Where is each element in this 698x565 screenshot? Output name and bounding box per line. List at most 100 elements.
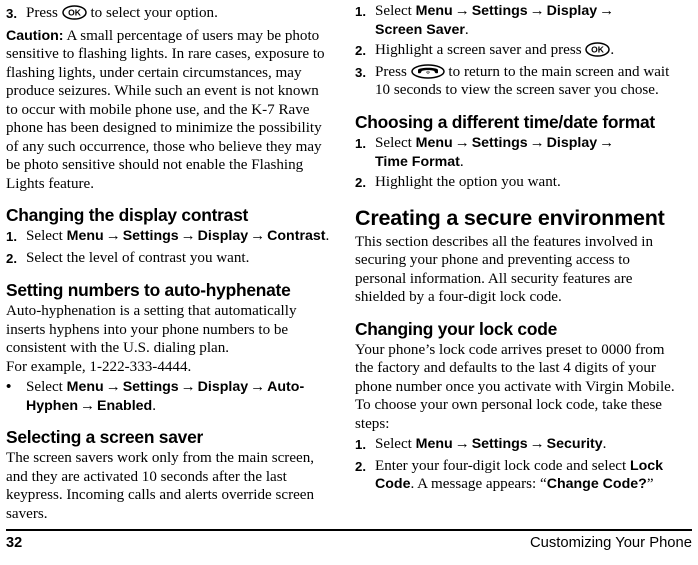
step-suffix: . (464, 21, 469, 38)
step-mid: . A message appears: “ (410, 476, 547, 493)
page-footer: 32 Customizing Your Phone (0, 529, 698, 565)
list-item: 1. Select Menu → Settings → Display → Time For… (355, 134, 678, 171)
caution-label: Caution: (6, 27, 64, 44)
list-item: 3. Press OK to select your option. (6, 4, 334, 24)
step-marker: 3. (355, 64, 366, 80)
step-marker: 2. (355, 43, 366, 59)
ui-path-display: Display (546, 134, 598, 151)
caution-paragraph: Caution: A small percentage of users may… (6, 27, 334, 194)
arrow-glyph: → (180, 379, 196, 396)
step-marker: 2. (355, 458, 366, 474)
step-suffix: ” (646, 476, 654, 493)
section-heading-lock-code: Changing your lock code (355, 318, 557, 339)
arrow-glyph: → (105, 379, 121, 396)
list-item: 2. Highlight a screen saver and press OK… (355, 41, 678, 61)
lock-code-body: Your phone’s lock code arrives preset to… (355, 341, 675, 432)
ok-key-icon: OK (61, 5, 87, 20)
step-suffix: . (610, 42, 615, 59)
svg-text:OK: OK (68, 8, 82, 18)
arrow-glyph: → (250, 379, 266, 396)
contrast-steps: 1. Select Menu → Settings → Display → Contrast… (6, 227, 334, 268)
step-suffix: . (602, 436, 607, 453)
step-suffix: . (459, 153, 464, 170)
step-text: Highlight the option you want. (375, 174, 561, 191)
step-marker: 1. (355, 437, 366, 453)
screen-saver-body: The screen savers work only from the mai… (6, 450, 315, 522)
two-column-body: 3. Press OK to select your option. Cauti… (0, 0, 698, 529)
caution-text: A small percentage of users may be photo… (6, 27, 325, 192)
arrow-glyph: → (180, 228, 196, 245)
step-prefix: Enter your four-digit lock code and sele… (375, 457, 630, 474)
list-item: 1. Select Menu → Settings → Display → Contrast… (6, 227, 334, 247)
ui-path-security: Security (546, 436, 603, 453)
section-heading-auto-hyphenate: Setting numbers to auto-hyphenate (6, 280, 291, 301)
arrow-glyph: → (529, 436, 545, 453)
bullet-marker: • (6, 379, 12, 396)
ui-path-settings: Settings (122, 379, 179, 396)
step-text-before: Press (26, 5, 58, 21)
step-text: Select Menu → Settings → Display → Auto-Hyphen… (26, 378, 334, 415)
ui-path-display: Display (197, 228, 249, 245)
step-text: Press to return to the main screen and w… (375, 63, 678, 100)
step-text: Select Menu → Settings → Display → Time Format… (375, 134, 678, 171)
auto-hyphenate-example: For example, 1-222-333-4444. (6, 358, 192, 375)
step-marker: 1. (355, 135, 366, 151)
ui-path-display: Display (546, 3, 598, 19)
ui-path-menu: Menu (66, 379, 104, 396)
arrow-glyph: → (454, 134, 470, 151)
step-marker: 1. (6, 229, 17, 245)
step-prefix: Highlight a screen saver and press (375, 42, 586, 59)
section-heading-time-date-format: Choosing a different time/date format (355, 111, 655, 132)
step-suffix: . (325, 228, 330, 245)
step-text: Press OK to select your option. (26, 4, 334, 23)
arrow-glyph: → (599, 134, 615, 151)
step-prefix: Select (26, 228, 67, 245)
auto-hyphenate-body: Auto-hyphenation is a setting that autom… (6, 303, 297, 357)
ui-path-menu: Menu (66, 228, 104, 245)
ui-path-screen-saver: Screen Saver (375, 21, 465, 38)
list-item: 2. Highlight the option you want. (355, 173, 678, 193)
step-prefix: Select (375, 134, 416, 151)
step-marker: 1. (355, 4, 366, 19)
ui-path-settings: Settings (122, 228, 179, 245)
step-text: Enter your four-digit lock code and sele… (375, 457, 678, 494)
ui-message-change-code: Change Code? (546, 476, 647, 493)
step-marker: 2. (6, 250, 17, 266)
step-text: Select Menu → Settings → Display → Contrast. (26, 227, 334, 246)
step-marker: 3. (6, 6, 17, 21)
time-date-steps: 1. Select Menu → Settings → Display → Time For… (355, 134, 678, 193)
ui-path-menu: Menu (415, 3, 453, 19)
ui-path-enabled: Enabled (97, 397, 153, 414)
arrow-glyph: → (529, 3, 545, 19)
list-item: 3. Press to return to the main screen an… (355, 63, 678, 100)
step-prefix: Select (375, 436, 416, 453)
ui-path-menu: Menu (415, 436, 453, 453)
arrow-glyph: → (599, 3, 615, 19)
ok-key-icon: OK (585, 42, 611, 57)
list-item: 1. Select Menu → Settings → Display → Screen S… (355, 2, 678, 39)
ui-path-settings: Settings (471, 436, 528, 453)
step-text: Select the level of contrast you want. (26, 249, 250, 266)
page-number: 32 (6, 535, 23, 551)
step-suffix: . (152, 397, 156, 414)
list-item: 1. Select Menu → Settings → Security. (355, 435, 678, 455)
arrow-glyph: → (454, 436, 470, 453)
auto-hyphenate-bullet-list: • Select Menu → Settings → Display → Auto-Hyph… (6, 378, 334, 415)
lock-code-steps: 1. Select Menu → Settings → Security. 2. Ent… (355, 435, 678, 494)
section-heading-screen-saver: Selecting a screen saver (6, 427, 204, 448)
chapter-heading-secure-environment: Creating a secure environment (355, 205, 665, 230)
footer-chapter-title: Customizing Your Phone (529, 535, 692, 551)
ui-path-settings: Settings (471, 3, 528, 19)
arrow-glyph: → (529, 134, 545, 151)
step-prefix: Press (375, 63, 411, 80)
secure-environment-body: This section describes all the features … (355, 233, 654, 306)
left-column: 3. Press OK to select your option. Cauti… (6, 2, 342, 529)
ui-path-menu: Menu (415, 134, 453, 151)
svg-text:OK: OK (592, 45, 606, 55)
arrow-glyph: → (105, 228, 121, 245)
step-text-after: to select your option. (90, 5, 218, 21)
step-marker: 2. (355, 175, 366, 191)
ui-path-contrast: Contrast (267, 228, 326, 245)
footer-divider (6, 529, 692, 531)
step-prefix: Select (375, 3, 416, 19)
